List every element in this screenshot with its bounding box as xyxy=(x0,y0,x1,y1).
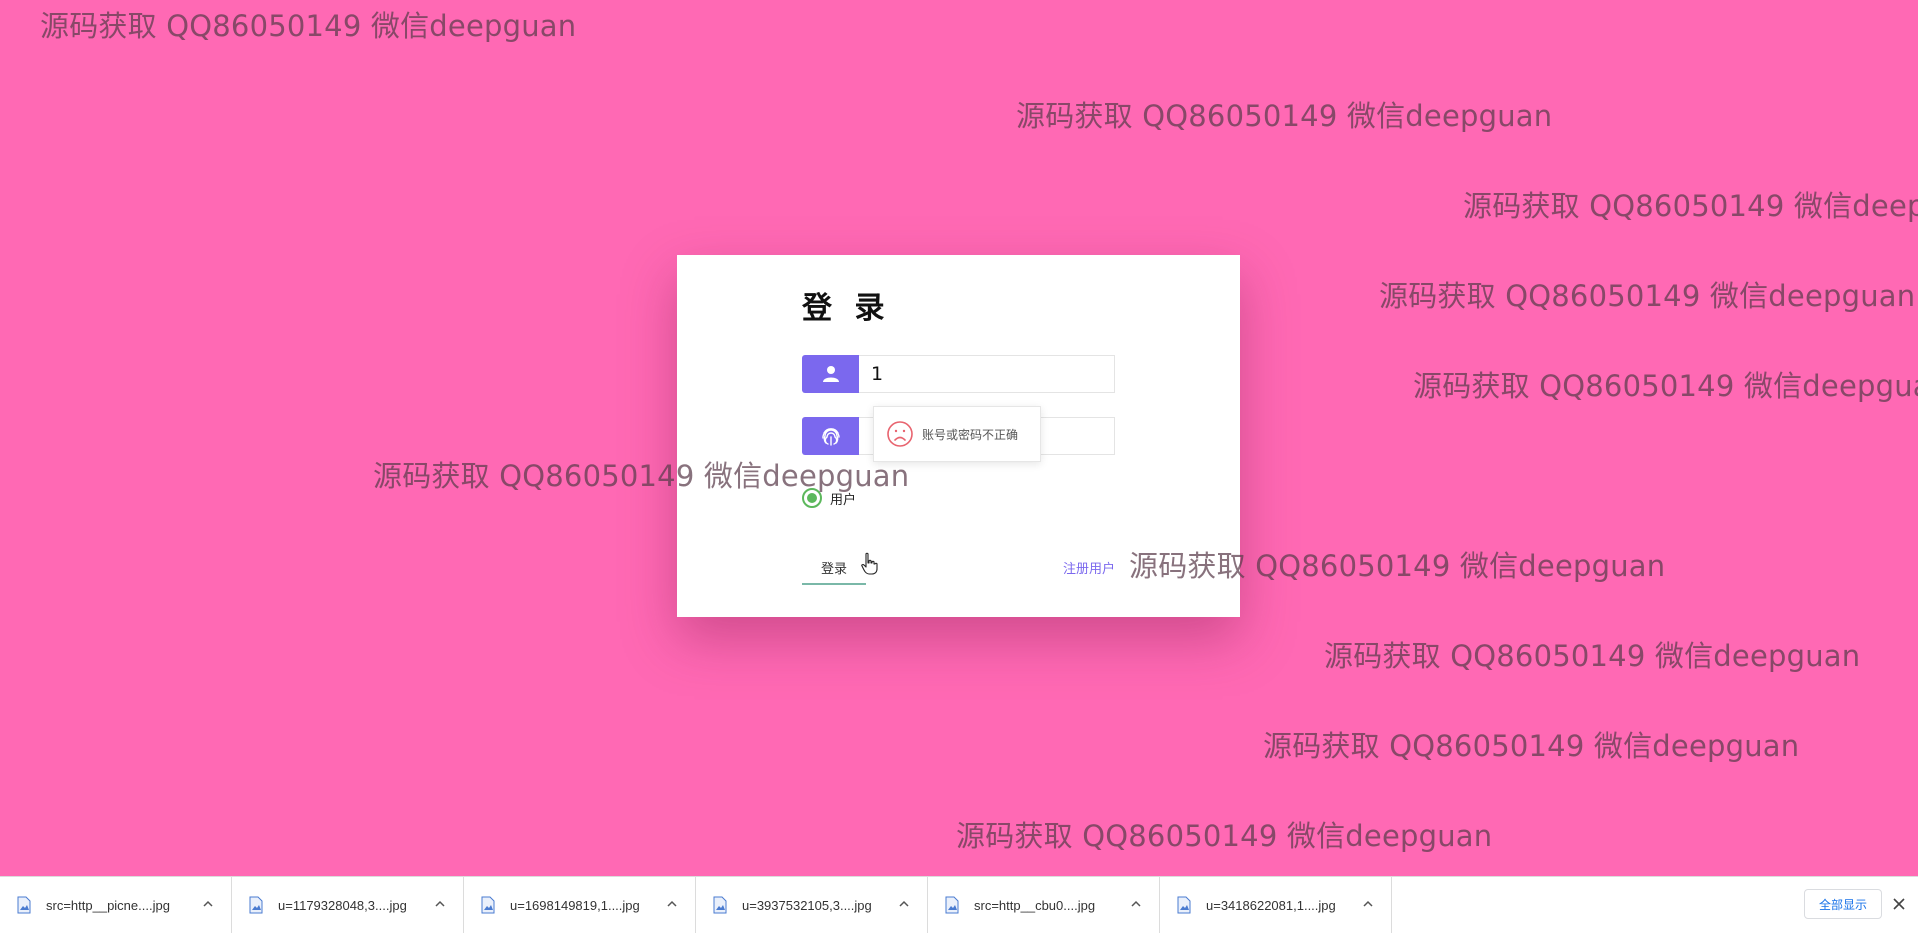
download-item[interactable]: u=3937532105,3....jpg xyxy=(696,877,928,933)
chevron-up-icon[interactable] xyxy=(433,897,447,911)
username-field-row xyxy=(802,355,1115,393)
close-icon[interactable] xyxy=(1890,895,1908,913)
watermark-text: 源码获取 QQ86050149 微信deepguan xyxy=(956,819,1493,853)
login-card: 登 录 1 • 账号或密码不正确 用户 登录 注册用户 xyxy=(677,255,1240,617)
download-item[interactable]: u=3418622081,1....jpg xyxy=(1160,877,1392,933)
watermark-text: 源码获取 QQ86050149 微信deepguan xyxy=(1379,279,1916,313)
watermark-text: 源码获取 QQ86050149 微信deepguan xyxy=(1324,639,1861,673)
chevron-up-icon[interactable] xyxy=(897,897,911,911)
download-filename: src=http__cbu0....jpg xyxy=(974,897,1096,913)
username-input[interactable] xyxy=(859,355,1115,393)
image-file-icon xyxy=(1176,896,1192,914)
error-message: 账号或密码不正确 xyxy=(922,427,1019,442)
download-filename: u=1698149819,1....jpg xyxy=(510,897,640,913)
image-file-icon xyxy=(712,896,728,914)
role-option-user[interactable]: 用户 xyxy=(802,488,856,508)
download-item[interactable]: u=1698149819,1....jpg xyxy=(464,877,696,933)
download-item[interactable]: src=http__cbu0....jpg xyxy=(928,877,1160,933)
download-bar: src=http__picne....jpg u=1179328048,3...… xyxy=(0,876,1918,933)
watermark-text: 源码获取 QQ86050149 微信deepguan xyxy=(1263,729,1800,763)
role-label: 用户 xyxy=(830,492,857,508)
watermark-text: 源码获取 QQ86050149 微信deepguan xyxy=(1016,99,1553,133)
image-file-icon xyxy=(16,896,32,914)
download-filename: u=3418622081,1....jpg xyxy=(1206,897,1336,913)
download-filename: src=http__picne....jpg xyxy=(46,897,170,913)
show-all-button[interactable]: 全部显示 xyxy=(1804,889,1882,919)
role-radio[interactable] xyxy=(802,488,822,508)
error-toast: 账号或密码不正确 xyxy=(873,406,1041,462)
register-link[interactable]: 注册用户 xyxy=(1063,558,1115,577)
user-icon xyxy=(802,355,859,393)
login-title: 登 录 xyxy=(802,291,891,326)
radio-dot-icon xyxy=(807,493,817,503)
fingerprint-icon xyxy=(802,417,859,455)
download-item[interactable]: u=1179328048,3....jpg xyxy=(232,877,464,933)
download-item[interactable]: src=http__picne....jpg xyxy=(0,877,232,933)
image-file-icon xyxy=(480,896,496,914)
chevron-up-icon[interactable] xyxy=(201,897,215,911)
chevron-up-icon[interactable] xyxy=(1129,897,1143,911)
download-filename: u=3937532105,3....jpg xyxy=(742,897,872,913)
image-file-icon xyxy=(944,896,960,914)
image-file-icon xyxy=(248,896,264,914)
sad-face-icon xyxy=(886,420,914,448)
chevron-up-icon[interactable] xyxy=(665,897,679,911)
watermark-text: 源码获取 QQ86050149 微信deepguan xyxy=(40,9,577,43)
watermark-text: 源码获取 QQ86050149 微信deepguan xyxy=(1413,369,1918,403)
hand-cursor-icon xyxy=(860,552,878,580)
watermark-text: 源码获取 QQ86050149 微信deepguan xyxy=(1463,189,1918,223)
chevron-up-icon[interactable] xyxy=(1361,897,1375,911)
download-filename: u=1179328048,3....jpg xyxy=(278,897,407,913)
login-button[interactable]: 登录 xyxy=(802,551,866,585)
